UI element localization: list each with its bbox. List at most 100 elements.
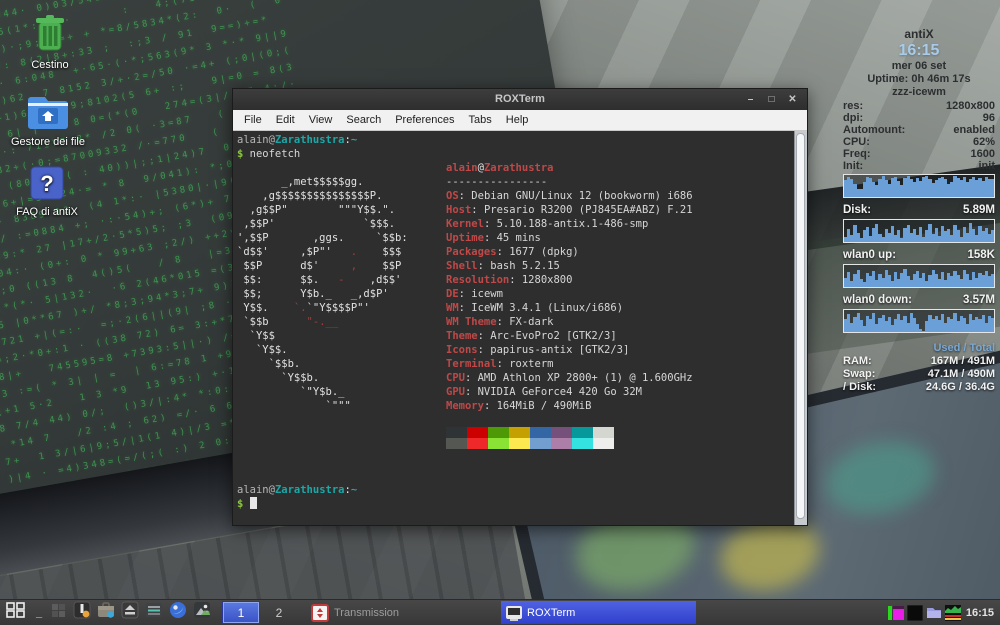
neofetch-field: Uptime: 45 mins: [446, 231, 693, 245]
conky-distro-name: antiX: [843, 28, 995, 41]
neofetch-field: WM: IceWM 3.4.1 (Linux/i686): [446, 301, 693, 315]
color-palette: [446, 427, 614, 449]
launcher-package-installer[interactable]: [70, 601, 94, 624]
tray-blank-icon[interactable]: [907, 605, 923, 621]
maximize-icon[interactable]: □: [761, 94, 782, 105]
desktop-icon-label: Cestino: [0, 59, 100, 71]
conky-graph-label-wlan0-up: wlan0 up:158K: [843, 249, 995, 262]
conky-mem-header: Used / Total: [843, 342, 995, 355]
cursor-line: $: [237, 497, 257, 511]
terminal-cursor: [250, 497, 257, 509]
desktop-icon-faq[interactable]: ? FAQ di antiX: [0, 165, 97, 218]
window-title: ROXTerm: [233, 89, 807, 110]
conky-info-row: Automount:enabled: [843, 125, 995, 137]
transmission-icon: [311, 604, 329, 622]
prompt-line: alain@Zarathustra:~: [237, 483, 357, 497]
tray-volume-icon[interactable]: [888, 605, 904, 621]
palette-swatch: [467, 438, 488, 449]
drawer-icon: [144, 600, 164, 625]
launcher-drawer[interactable]: [142, 601, 166, 624]
palette-swatch: [488, 438, 509, 449]
close-icon[interactable]: ✕: [782, 94, 803, 105]
conky-graph-disk: [843, 219, 995, 243]
window-list-icon: [51, 603, 66, 623]
desktop: 5 |+|)4=19* :):7*38:=1/8 16:358|49)|(757…: [0, 0, 1000, 625]
menu-preferences[interactable]: Preferences: [388, 110, 461, 130]
tray-folder-icon[interactable]: [926, 605, 942, 621]
workspace-button-2[interactable]: 2: [261, 602, 297, 623]
conky-mem-row: / Disk:24.6G / 36.4G: [843, 381, 995, 394]
conky-monitor: antiX 16:15 mer 06 set Uptime: 0h 46m 17…: [843, 28, 995, 394]
launcher-web-browser[interactable]: [166, 601, 190, 624]
palette-swatch: [551, 438, 572, 449]
minimize-icon[interactable]: –: [740, 94, 761, 105]
desktop-icon-file-manager[interactable]: Gestore dei file: [0, 93, 98, 148]
show-desktop-button[interactable]: _: [32, 601, 46, 624]
svg-text:?: ?: [40, 171, 53, 196]
palette-swatch: [509, 427, 530, 438]
menu-file[interactable]: File: [237, 110, 269, 130]
task-roxterm[interactable]: ROXTerm: [501, 601, 696, 624]
task-transmission[interactable]: Transmission: [306, 601, 493, 624]
neofetch-separator: ----------------: [446, 175, 693, 189]
menu-help[interactable]: Help: [499, 110, 536, 130]
terminal-content: alain@Zarathustra:~$ neofetchalain@Zarat…: [237, 133, 793, 525]
neofetch-field: Memory: 164MiB / 490MiB: [446, 399, 693, 413]
window-titlebar[interactable]: ROXTerm – □ ✕: [233, 89, 807, 110]
neofetch-field: WM Theme: FX-dark: [446, 315, 693, 329]
conky-mem-row: Swap:47.1M / 490M: [843, 368, 995, 381]
launcher-eject[interactable]: [118, 601, 142, 624]
conky-info-row: Freq:1600: [843, 149, 995, 161]
launcher-briefcase[interactable]: [94, 601, 118, 624]
terminal-body[interactable]: alain@Zarathustra:~$ neofetchalain@Zarat…: [233, 131, 807, 525]
conky-mem-rows: RAM:167M / 491MSwap:47.1M / 490M/ Disk:2…: [843, 355, 995, 394]
tray-netmonitor-icon[interactable]: [945, 605, 961, 621]
menu-search[interactable]: Search: [339, 110, 388, 130]
neofetch-title: alain@Zarathustra: [446, 161, 693, 175]
prompt-line: alain@Zarathustra:~: [237, 133, 357, 147]
eject-icon: [120, 600, 140, 625]
neofetch-field: DE: icewm: [446, 287, 693, 301]
task-label: Transmission: [334, 607, 399, 619]
conky-info-row: Init:init: [843, 161, 995, 173]
conky-uptime: Uptime: 0h 46m 17s: [843, 73, 995, 86]
scrollbar-thumb[interactable]: [796, 133, 805, 519]
task-label: ROXTerm: [527, 607, 575, 619]
start-menu-button[interactable]: [0, 601, 32, 624]
launcher-image-viewer[interactable]: [190, 601, 214, 624]
menu-edit[interactable]: Edit: [269, 110, 302, 130]
command-line: $ neofetch: [237, 147, 300, 161]
image-viewer-icon: [192, 600, 212, 625]
neofetch-field: OS: Debian GNU/Linux 12 (bookworm) i686: [446, 189, 693, 203]
palette-swatch: [530, 438, 551, 449]
taskbar-clock[interactable]: 16:15: [966, 607, 994, 619]
desktop-icon-label: Gestore dei file: [0, 136, 98, 148]
palette-swatch: [446, 427, 467, 438]
neofetch-field: Terminal: roxterm: [446, 357, 693, 371]
conky-session: zzz-icewm: [843, 86, 995, 99]
terminal-scrollbar[interactable]: [794, 131, 807, 525]
menu-view[interactable]: View: [302, 110, 340, 130]
desktop-icon-trash[interactable]: Cestino: [0, 12, 100, 71]
conky-graph-label-wlan0-down: wlan0 down:3.57M: [843, 294, 995, 307]
conky-date: mer 06 set: [843, 60, 995, 73]
neofetch-field: GPU: NVIDIA GeForce4 420 Go 32M: [446, 385, 693, 399]
conky-graph-wlan0-down: [843, 309, 995, 333]
conky-graph-cpu: [843, 174, 995, 198]
neofetch-field: Theme: Arc-EvoPro2 [GTK2/3]: [446, 329, 693, 343]
conky-mem-row: RAM:167M / 491M: [843, 355, 995, 368]
neofetch-field: Host: Presario R3200 (PJ845EA#ABZ) F.21: [446, 203, 693, 217]
menu-tabs[interactable]: Tabs: [462, 110, 499, 130]
question-icon: ?: [29, 165, 65, 204]
window-list-button[interactable]: [46, 601, 70, 624]
neofetch-field: Resolution: 1280x800: [446, 273, 693, 287]
file-manager-icon: [26, 93, 70, 134]
workspace-button-1[interactable]: 1: [223, 602, 259, 623]
palette-swatch: [572, 438, 593, 449]
palette-swatch: [593, 427, 614, 438]
conky-graphs: Disk:5.89Mwlan0 up:158Kwlan0 down:3.57M: [843, 174, 995, 333]
window-controls: – □ ✕: [740, 89, 803, 110]
package-installer-icon: [72, 600, 92, 625]
terminal-icon: [506, 606, 522, 619]
palette-swatch: [446, 438, 467, 449]
